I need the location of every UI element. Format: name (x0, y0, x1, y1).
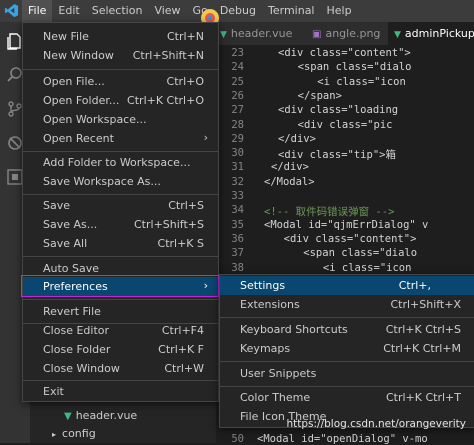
tab-adminpickupfil[interactable]: ▼adminPickupFil (388, 22, 474, 45)
menu-item-open-file[interactable]: Open File... Ctrl+O (23, 72, 218, 91)
menu-item-save-all[interactable]: Save All Ctrl+K S (23, 234, 218, 253)
menu-separator (220, 317, 474, 318)
file-menu: New File Ctrl+N New Window Ctrl+Shift+N Op… (22, 22, 219, 402)
menu-item-revert-file[interactable]: Revert File (23, 302, 218, 321)
code-line: <div class="content"> (278, 47, 411, 59)
line-number: 27 (231, 104, 244, 117)
tree-item-label: header.vue (75, 409, 138, 422)
editor-tabs: ▼header.vue ▣angle.png ▼adminPickupFil (216, 22, 474, 45)
code-line: </div> (278, 132, 316, 145)
title-bar: File Edit Selection View Go Debug Termin… (0, 0, 474, 27)
menu-item-add-folder[interactable]: Add Folder to Workspace... (23, 153, 218, 172)
menu-item-save[interactable]: Save Ctrl+S (23, 196, 218, 215)
code-line: <span class="dialo (278, 247, 418, 260)
line-number: 36 (231, 232, 244, 245)
menu-separator (23, 256, 218, 257)
line-number: 33 (231, 190, 244, 202)
code-line: <i class="icon (285, 261, 412, 274)
menu-item-settings[interactable]: Settings Ctrl+, (220, 276, 474, 295)
tree-item-config[interactable]: ▸ config (52, 427, 96, 440)
line-number: 24 (231, 61, 244, 74)
line-number: 30 (231, 147, 244, 160)
line-number: 35 (231, 218, 244, 231)
menu-item-exit[interactable]: Exit (23, 382, 218, 401)
menu-separator (220, 361, 474, 362)
menu-item-close-editor[interactable]: Close Editor Ctrl+F4 (23, 321, 218, 340)
line-number: 28 (231, 118, 244, 131)
menu-item-open-workspace[interactable]: Open Workspace... (23, 110, 218, 129)
line-number: 38 (231, 261, 244, 274)
code-line: <div class="pic (285, 118, 393, 131)
chevron-right-icon: ▸ (52, 430, 57, 439)
menu-file[interactable]: File (22, 0, 53, 22)
line-number: 31 (231, 161, 244, 174)
menu-item-new-window[interactable]: New Window Ctrl+Shift+N (23, 46, 218, 65)
line-number: 25 (231, 75, 244, 88)
tab-label: adminPickupFil (404, 27, 474, 40)
menu-separator (220, 386, 474, 387)
code-line: <Modal id="openDialog" v-mo (257, 433, 428, 445)
menu-separator (23, 194, 218, 195)
vscode-logo-icon (4, 3, 19, 18)
chevron-right-icon: › (203, 131, 208, 144)
code-line: <!-- 取件码错误弹窗 --> (264, 206, 395, 219)
menu-item-close-folder[interactable]: Close Folder Ctrl+K F (23, 340, 218, 359)
vue-icon: ▼ (220, 30, 227, 40)
line-number: 32 (231, 175, 244, 188)
menu-bar: File Edit Selection View Go Debug Termin… (22, 0, 358, 22)
code-line: <div class="loading (278, 104, 399, 117)
menu-item-user-snippets[interactable]: User Snippets (220, 364, 474, 383)
code-line: <div class="content"> (271, 232, 417, 245)
tab-label: header.vue (230, 27, 293, 40)
menu-separator (23, 380, 218, 381)
tree-item-header-vue[interactable]: ▼ header.vue (64, 409, 137, 422)
menu-item-save-as[interactable]: Save As... Ctrl+Shift+S (23, 215, 218, 234)
menu-item-open-recent[interactable]: Open Recent › (23, 129, 218, 148)
menu-item-keyboard-shortcuts[interactable]: Keyboard Shortcuts Ctrl+K Ctrl+S (220, 320, 474, 339)
vue-icon: ▼ (394, 30, 401, 40)
menu-separator (23, 69, 218, 70)
tree-item-label: config (62, 427, 96, 440)
menu-separator (23, 151, 218, 152)
code-line: </Modal> (264, 175, 315, 188)
menu-item-extensions[interactable]: Extensions Ctrl+Shift+X (220, 295, 474, 314)
menu-separator (23, 299, 218, 300)
menu-item-color-theme[interactable]: Color Theme Ctrl+K Ctrl+T (220, 388, 474, 407)
tab-label: angle.png (325, 27, 381, 40)
line-number: 50 (231, 433, 244, 445)
code-line: <Modal id="qjmErrDialog" v (264, 218, 429, 231)
line-number: 23 (231, 47, 244, 59)
menu-item-open-folder[interactable]: Open Folder... Ctrl+K Ctrl+O (23, 91, 218, 110)
menu-debug[interactable]: Debug (214, 0, 262, 22)
line-number: 29 (231, 132, 244, 145)
menu-item-close-window[interactable]: Close Window Ctrl+W (23, 359, 218, 378)
menu-item-keymaps[interactable]: Keymaps Ctrl+K Ctrl+M (220, 339, 474, 358)
vue-icon: ▼ (64, 411, 72, 422)
menu-view[interactable]: View (148, 0, 186, 22)
line-number: 34 (231, 204, 244, 217)
code-line: </div> (271, 161, 309, 174)
code-line: <i class="icon (292, 75, 406, 88)
preferences-submenu: Settings Ctrl+, Extensions Ctrl+Shift+X Ke… (219, 274, 474, 428)
code-line: <span class="dialo (285, 61, 412, 74)
code-line: <div class="tip">箱 (278, 149, 396, 162)
menu-edit[interactable]: Edit (52, 0, 85, 22)
menu-terminal[interactable]: Terminal (262, 0, 321, 22)
tab-angle-png[interactable]: ▣ angle.png (308, 22, 388, 45)
menu-help[interactable]: Help (321, 0, 358, 22)
tab-header-vue[interactable]: ▼ header.vue (216, 22, 308, 45)
menu-selection[interactable]: Selection (86, 0, 149, 22)
menu-item-save-workspace-as[interactable]: Save Workspace As... (23, 172, 218, 191)
line-number: 26 (231, 89, 244, 102)
line-number: 37 (231, 247, 244, 260)
code-line: </span> (285, 89, 342, 102)
preferences-highlight-box (21, 275, 219, 297)
menu-item-new-file[interactable]: New File Ctrl+N (23, 27, 218, 46)
watermark: https://blog.csdn.net/orangeverity (286, 418, 466, 430)
image-icon: ▣ (312, 29, 322, 40)
